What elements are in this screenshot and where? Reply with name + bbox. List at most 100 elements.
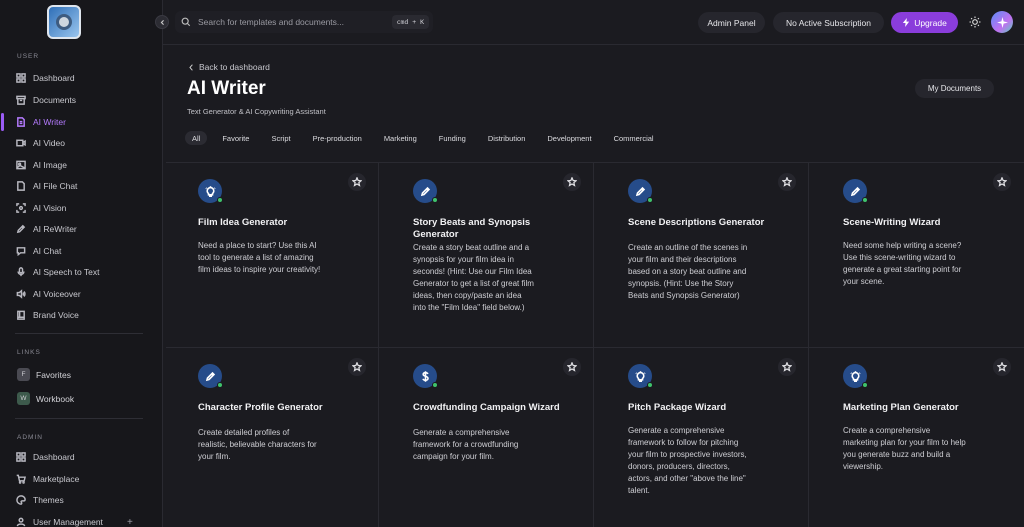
tab-funding[interactable]: Funding (432, 131, 473, 145)
sidebar-item-ai-writer[interactable]: AI Writer (15, 113, 155, 131)
expand-plus-icon[interactable]: + (127, 517, 133, 527)
user-avatar[interactable] (991, 11, 1013, 33)
tab-all[interactable]: All (185, 131, 208, 145)
upgrade-button[interactable]: Upgrade (891, 12, 958, 33)
lightbulb-icon (204, 185, 216, 197)
favorite-star-button[interactable] (348, 173, 366, 191)
favorite-star-button[interactable] (778, 173, 796, 191)
main-content: Back to dashboard AI Writer Text Generat… (163, 45, 1024, 527)
speaker-icon (16, 289, 26, 299)
admin-item-user-management[interactable]: User Management (15, 513, 155, 527)
template-icon-badge (198, 179, 223, 203)
admin-item-themes[interactable]: Themes (15, 491, 155, 509)
tab-development[interactable]: Development (540, 131, 598, 145)
document-icon (15, 116, 27, 128)
sidebar-item-ai-file-chat[interactable]: AI File Chat (15, 177, 155, 195)
template-card[interactable]: Character Profile Generator Create detail… (163, 348, 378, 527)
tab-distribution[interactable]: Distribution (481, 131, 533, 145)
template-title: Pitch Package Wizard (628, 402, 727, 413)
admin-item-dashboard[interactable]: Dashboard (15, 448, 155, 466)
sidebar-item-label: AI Speech to Text (33, 267, 100, 277)
tab-marketing[interactable]: Marketing (377, 131, 424, 145)
template-card[interactable]: Marketing Plan Generator Create a compreh… (808, 348, 1023, 527)
tab-script[interactable]: Script (264, 131, 297, 145)
description-line: framework to follow for pitching (628, 438, 739, 447)
search-bar[interactable]: cmd + K (175, 11, 433, 33)
back-to-dashboard-link[interactable]: Back to dashboard (188, 62, 270, 72)
template-card[interactable]: Scene-Writing Wizard Need some help writi… (808, 163, 1023, 348)
favorite-star-button[interactable] (563, 358, 581, 376)
description-line: into the "Film Idea" field below.) (413, 303, 525, 312)
sidebar-item-ai-vision[interactable]: AI Vision (15, 199, 155, 217)
lightbulb-icon (634, 370, 646, 382)
sidebar-item-ai-rewriter[interactable]: AI ReWriter (15, 220, 155, 238)
sidebar-item-brand-voice[interactable]: Brand Voice (15, 306, 155, 324)
sidebar-item-label: AI ReWriter (33, 224, 77, 234)
template-icon-badge (843, 179, 868, 203)
favorite-star-button[interactable] (993, 173, 1011, 191)
app-logo[interactable] (47, 5, 81, 39)
status-dot (432, 382, 438, 388)
star-icon (997, 177, 1007, 187)
template-card[interactable]: Scene Descriptions Generator Create an ou… (593, 163, 808, 348)
tab-commercial[interactable]: Commercial (607, 131, 661, 145)
scan-icon (16, 203, 26, 213)
template-description: Need a place to start? Use this AI tool t… (198, 240, 348, 276)
status-dot (862, 197, 868, 203)
link-label: Favorites (36, 369, 71, 380)
user-icon (16, 517, 26, 527)
pen-icon (16, 224, 26, 234)
subscription-button[interactable]: No Active Subscription (773, 12, 884, 33)
description-line: Generator to get a list of great film (413, 279, 534, 288)
sidebar: USER Dashboard Documents AI Writer AI Video… (0, 0, 163, 527)
my-documents-button[interactable]: My Documents (915, 79, 994, 98)
template-card[interactable]: Story Beats and Synopsis Generator Create… (378, 163, 593, 348)
theme-toggle-sun-icon[interactable] (969, 16, 981, 28)
sidebar-item-ai-chat[interactable]: AI Chat (15, 242, 155, 260)
tab-favorite[interactable]: Favorite (215, 131, 256, 145)
template-description: Generate a comprehensive framework for a … (413, 427, 563, 463)
description-line: Need some help writing a scene? (843, 241, 962, 250)
admin-item-label: Marketplace (33, 474, 80, 484)
template-card[interactable]: Pitch Package Wizard Generate a comprehen… (593, 348, 808, 527)
sidebar-item-documents[interactable]: Documents (15, 91, 155, 109)
template-description: Create a comprehensive marketing plan for… (843, 425, 993, 473)
video-icon (15, 137, 27, 149)
admin-panel-button[interactable]: Admin Panel (698, 12, 765, 33)
template-icon-badge (413, 179, 438, 203)
template-description: Create an outline of the scenes in your f… (628, 242, 778, 302)
template-card[interactable]: Film Idea Generator Need a place to start… (163, 163, 378, 348)
link-favorites[interactable]: F Favorites (17, 368, 71, 381)
book-icon (15, 309, 27, 321)
speaker-icon (15, 288, 27, 300)
sidebar-item-dashboard[interactable]: Dashboard (15, 69, 155, 87)
favorite-star-button[interactable] (993, 358, 1011, 376)
favorite-star-button[interactable] (348, 358, 366, 376)
star-icon (567, 362, 577, 372)
pen-icon (850, 186, 860, 196)
description-line: donors, producers, directors, (628, 462, 730, 471)
sidebar-item-ai-voiceover[interactable]: AI Voiceover (15, 285, 155, 303)
search-input[interactable] (198, 17, 378, 27)
grid-icon (16, 452, 26, 462)
sidebar-item-ai-speech-to-text[interactable]: AI Speech to Text (15, 263, 155, 281)
description-line: Generate a comprehensive (413, 428, 510, 437)
favorite-star-button[interactable] (778, 358, 796, 376)
collapse-sidebar-button[interactable] (155, 15, 169, 29)
template-description: Create a story beat outline and a synopsi… (413, 242, 563, 314)
description-line: ideas, then copy/paste an idea (413, 291, 522, 300)
favorite-star-button[interactable] (563, 173, 581, 191)
sidebar-item-label: AI File Chat (33, 181, 78, 191)
sidebar-item-ai-video[interactable]: AI Video (15, 134, 155, 152)
description-line: talent. (628, 486, 650, 495)
admin-item-marketplace[interactable]: Marketplace (15, 470, 155, 488)
tab-pre-production[interactable]: Pre-production (306, 131, 369, 145)
sidebar-item-label: AI Video (33, 138, 65, 148)
description-line: campaign for your film. (413, 452, 494, 461)
template-card[interactable]: Crowdfunding Campaign Wizard Generate a c… (378, 348, 593, 527)
link-workbook[interactable]: W Workbook (17, 392, 74, 405)
template-description: Create detailed profiles of realistic, be… (198, 427, 348, 463)
book-icon (17, 310, 25, 320)
sidebar-item-ai-image[interactable]: AI Image (15, 156, 155, 174)
description-line: Create an outline of the scenes in (628, 243, 748, 252)
